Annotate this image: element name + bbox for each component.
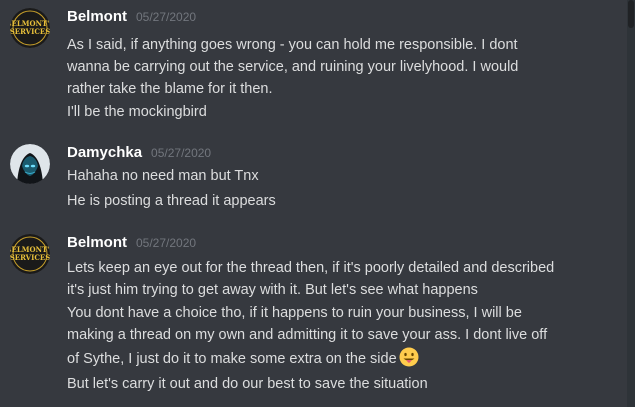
- username[interactable]: Belmont: [67, 234, 127, 251]
- timestamp: 05/27/2020: [136, 236, 197, 250]
- message-text: Hahaha no need man but Tnx: [67, 168, 259, 184]
- scrollbar-track[interactable]: [627, 0, 635, 407]
- message-text: it's just him trying to get away with it…: [67, 282, 478, 298]
- avatar[interactable]: [10, 144, 50, 184]
- username[interactable]: Belmont: [67, 8, 127, 25]
- message-text: rather take the blame for it then.: [67, 81, 273, 97]
- belmonts-services-logo: BELMONT'S SERVICES: [10, 8, 50, 48]
- message-text: I'll be the mockingbird: [67, 104, 207, 120]
- message-header: Damychka 05/27/2020: [67, 144, 211, 166]
- message-text: But let's carry it out and do our best t…: [67, 376, 428, 392]
- hooded-figure-avatar: [10, 144, 50, 184]
- message-text: As I said, if anything goes wrong - you …: [67, 37, 518, 53]
- message-text: of Sythe, I just do it to make some extr…: [67, 347, 615, 370]
- timestamp: 05/27/2020: [151, 146, 212, 160]
- tongue-out-emoji[interactable]: [399, 347, 419, 367]
- chat-messages: BELMONT'S SERVICES Belmont 05/27/2020 As…: [0, 0, 635, 407]
- timestamp: 05/27/2020: [136, 10, 197, 24]
- username[interactable]: Damychka: [67, 144, 142, 161]
- message-text: He is posting a thread it appears: [67, 193, 276, 209]
- avatar[interactable]: BELMONT'S SERVICES: [10, 234, 50, 274]
- belmonts-services-logo: BELMONT'S SERVICES: [10, 234, 50, 274]
- message-header: Belmont 05/27/2020: [67, 234, 196, 256]
- scrollbar-thumb[interactable]: [628, 0, 634, 28]
- message-text: making a thread on my own and admitting …: [67, 327, 548, 343]
- svg-text:SERVICES: SERVICES: [10, 253, 50, 262]
- message-text: You dont have a choice tho, if it happen…: [67, 302, 615, 324]
- message-header: Belmont 05/27/2020: [67, 8, 196, 30]
- svg-text:SERVICES: SERVICES: [10, 27, 50, 36]
- avatar[interactable]: BELMONT'S SERVICES: [10, 8, 50, 48]
- message-text-content: You dont have a choice tho, if it happen…: [67, 305, 522, 321]
- message-text: wanna be carrying out the service, and r…: [67, 59, 519, 75]
- message-text: Lets keep an eye out for the thread then…: [67, 260, 555, 276]
- message-text-content: of Sythe, I just do it to make some extr…: [67, 351, 397, 367]
